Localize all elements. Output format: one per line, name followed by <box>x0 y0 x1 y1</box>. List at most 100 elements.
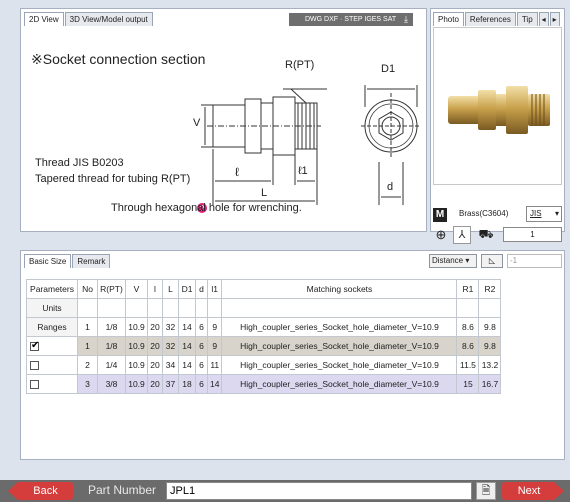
next-label: Next <box>517 485 541 497</box>
row-cell: 6 <box>195 336 208 356</box>
row-cell: 13.2 <box>478 355 502 375</box>
truck-icon[interactable]: ⛟ <box>477 226 495 244</box>
row-cell: High_coupler_series_Socket_hole_diameter… <box>221 374 458 394</box>
table-header-row: Parameters No R(PT) V l L D1 d l1 Matchi… <box>26 279 502 299</box>
row-cell: 15 <box>456 374 480 394</box>
cad-download-button[interactable]: DWG DXF · STEP IGES SAT ⤓ <box>289 13 413 26</box>
tab-references[interactable]: References <box>464 12 516 26</box>
back-label: Back <box>33 485 58 497</box>
label-l: ℓ <box>235 165 239 179</box>
units-label: Units <box>26 298 78 318</box>
cad-download-label: DWG DXF · STEP IGES SAT <box>305 16 397 23</box>
row-cell: High_coupler_series_Socket_hole_diameter… <box>221 355 458 375</box>
row-cell: 6 <box>195 374 208 394</box>
row-cell: 1/4 <box>97 355 126 375</box>
tab-tip[interactable]: Tip <box>516 12 538 26</box>
row-checkbox[interactable] <box>30 361 39 371</box>
label-rpt: R(PT) <box>285 59 315 71</box>
label-d1: D1 <box>381 63 396 75</box>
row-cell: 16.7 <box>478 374 502 394</box>
material-name: Brass(C3604) <box>459 209 509 218</box>
standard-select[interactable]: JIS ▾ <box>526 206 562 222</box>
table-row[interactable]: 2 1/4 10.9 20 34 14 6 11 High_coupler_se… <box>26 355 502 375</box>
photo-panel: Photo References Tip ◂ ▸ M Brass(C3604) … <box>430 8 565 244</box>
col-header: V <box>125 279 148 299</box>
brass-fitting-image <box>448 86 550 134</box>
part-number-label: Part Number <box>88 483 157 497</box>
download-icon: ⤓ <box>404 14 408 24</box>
zoom-icon[interactable]: ⊕ <box>433 228 449 244</box>
material-m-badge: M <box>433 208 447 222</box>
parameters-table: Parameters No R(PT) V l L D1 d l1 Matchi… <box>26 279 502 394</box>
col-header: R(PT) <box>97 279 126 299</box>
col-header: d <box>195 279 208 299</box>
distance-label: Distance <box>432 256 464 265</box>
label-v: V <box>193 117 201 129</box>
ruler-icon[interactable]: ◺ <box>481 254 503 268</box>
row-cell: 1 <box>77 336 98 356</box>
row-checkbox[interactable] <box>30 340 39 352</box>
distance-value: -1 <box>507 254 562 268</box>
col-header: R2 <box>478 279 502 299</box>
tab-3d-view[interactable]: 3D View/Model output <box>64 12 153 26</box>
next-button[interactable]: Next <box>502 482 564 500</box>
tab-2d-view[interactable]: 2D View <box>24 12 64 26</box>
distance-select[interactable]: Distance ▾ <box>429 254 477 268</box>
tab-photo[interactable]: Photo <box>433 12 464 26</box>
row-cell: 20 <box>147 336 163 356</box>
drawing-panel: 2D View 3D View/Model output DWG DXF · S… <box>20 8 427 232</box>
row-checkbox[interactable] <box>30 380 39 390</box>
row-cell: 14 <box>178 355 196 375</box>
row-cell: 20 <box>147 374 163 394</box>
part-number-field[interactable]: JPL1 <box>166 482 472 500</box>
row-cell: 18 <box>178 374 196 394</box>
row-cell: 10.9 <box>125 336 148 356</box>
row-cell: 14 <box>206 374 223 394</box>
tab-remark[interactable]: Remark <box>72 254 111 268</box>
range-cell: 10.9 <box>125 317 148 337</box>
row-cell: 9 <box>206 336 223 356</box>
tab-basic-size[interactable]: Basic Size <box>24 254 72 268</box>
row-cell: 34 <box>162 355 179 375</box>
row-cell: 2 <box>77 355 98 375</box>
range-cell: 20 <box>147 317 163 337</box>
tab-scroll-right-icon[interactable]: ▸ <box>549 12 560 26</box>
thread-line-2: Tapered thread for tubing R(PT) <box>35 173 191 185</box>
row-cell: 11.5 <box>456 355 480 375</box>
back-button[interactable]: Back <box>8 482 73 500</box>
range-cell: 9 <box>206 317 223 337</box>
row-cell: 3/8 <box>97 374 126 394</box>
col-header: No <box>77 279 98 299</box>
table-row[interactable]: 1 1/8 10.9 20 32 14 6 9 High_coupler_ser… <box>26 336 502 356</box>
row-cell: 10.9 <box>125 355 148 375</box>
ranges-row: Ranges 1 1/8 10.9 20 32 14 6 9 High_coup… <box>26 317 502 337</box>
row-cell: High_coupler_series_Socket_hole_diameter… <box>221 336 458 356</box>
tab-scroll-left-icon[interactable]: ◂ <box>538 12 549 26</box>
row-cell: 8.6 <box>456 336 480 356</box>
product-photo <box>433 27 562 185</box>
row-cell: 11 <box>206 355 223 375</box>
range-cell: 8.6 <box>456 317 480 337</box>
col-header: R1 <box>456 279 480 299</box>
range-cell: 1 <box>77 317 98 337</box>
range-cell: 32 <box>162 317 179 337</box>
quantity-field[interactable]: 1 <box>503 227 562 242</box>
label-L: L <box>261 187 268 199</box>
range-cell: High_coupler_series_Socket_hole_diameter… <box>221 317 458 337</box>
save-part-icon[interactable]: 🗎 <box>476 482 496 500</box>
photo-tabbar: Photo References Tip ◂ ▸ <box>433 12 561 26</box>
bottom-bar: Back Part Number JPL1 🗎 Next <box>0 480 570 502</box>
chevron-down-icon: ▾ <box>465 256 470 265</box>
row-cell: 37 <box>162 374 179 394</box>
units-row: Units <box>26 298 502 318</box>
label-d: d <box>387 181 394 193</box>
col-header: L <box>162 279 179 299</box>
row-cell: 32 <box>162 336 179 356</box>
table-row[interactable]: 3 3/8 10.9 20 37 18 6 14 High_coupler_se… <box>26 374 502 394</box>
row-cell: 10.9 <box>125 374 148 394</box>
range-cell: 9.8 <box>478 317 502 337</box>
pdf-icon[interactable]: ⅄ <box>453 226 471 244</box>
range-cell: 1/8 <box>97 317 126 337</box>
section-heading: ※Socket connection section <box>31 51 206 67</box>
row-cell: 6 <box>195 355 208 375</box>
